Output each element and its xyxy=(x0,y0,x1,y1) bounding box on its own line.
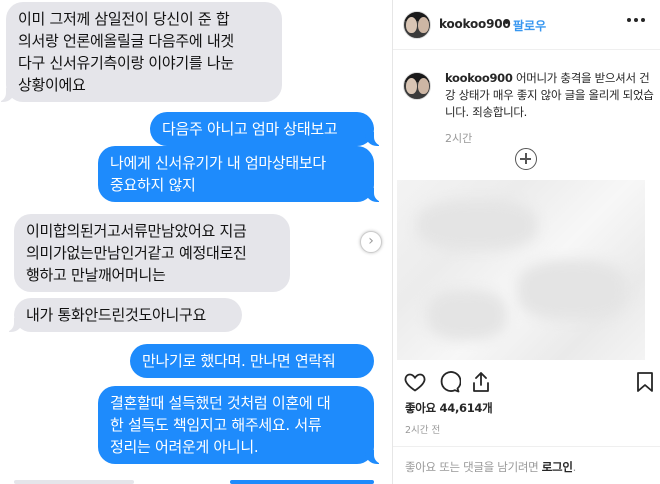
message-line: 한 설득도 책임지고 해주세요. 서류 xyxy=(110,416,322,434)
follow-button[interactable]: 팔로우 xyxy=(513,17,546,34)
bookmark-icon[interactable] xyxy=(633,370,657,394)
caption-avatar[interactable] xyxy=(403,72,431,100)
post-header: kookoo900 • 팔로우 xyxy=(393,0,660,50)
message-line: 이미합의된거고서류만남았어요 지금 xyxy=(26,222,247,240)
message-line: 상황이에요 xyxy=(18,76,86,94)
post-timestamp: 2시간 전 xyxy=(405,425,441,436)
comment-prompt-text: 좋아요 또는 댓글을 남기려면 xyxy=(405,460,542,474)
post-actions xyxy=(393,370,660,400)
post-caption: kookoo900 어머니가 충격을 받으셔서 건강 상태가 매우 좋지 않아 … xyxy=(445,70,655,121)
blurred-comments xyxy=(397,180,645,360)
message-line: 다음주 아니고 엄마 상태보고 xyxy=(162,120,338,138)
message-bubble-outgoing: 만나기로 했다며. 만나면 연락줘 xyxy=(130,344,374,378)
message-bubble-outgoing: 다음주 아니고 엄마 상태보고 xyxy=(150,112,385,146)
likes-count[interactable]: 좋아요 44,614개 xyxy=(405,400,493,416)
message-line: 결혼할때 설득했던 것처럼 이혼에 대 xyxy=(110,394,331,412)
chevron-right-icon[interactable]: › xyxy=(360,231,382,253)
message-bubble-incoming: 내가 통화안드린것도아니구요 xyxy=(3,298,242,332)
comment-prompt-suffix: . xyxy=(572,460,577,474)
message-line: 정리는 어려운게 아니니. xyxy=(110,438,259,456)
more-icon[interactable] xyxy=(627,18,647,24)
message-line: 의서랑 언론에올릴글 다음주에 내겟 xyxy=(18,32,234,50)
message-bubble-outgoing: 결혼할때 설득했던 것처럼 이혼에 대 한 설득도 책임지고 해주세요. 서류 … xyxy=(98,386,385,464)
bubble-tail xyxy=(365,450,385,464)
bubble-tail xyxy=(3,318,23,332)
comment-prompt: 좋아요 또는 댓글을 남기려면 로그인. xyxy=(405,459,576,475)
message-thread: 이미 그저께 삼일전이 당신이 준 합 의서랑 언론에올릴글 다음주에 내겟 다… xyxy=(0,0,392,484)
message-bubble-incoming: 이미합의된거고서류만남았어요 지금 의미가없는만남인거같고 예정대로진 행하고 … xyxy=(14,214,290,292)
message-bubble-incoming: 이미 그저께 삼일전이 당신이 준 합 의서랑 언론에올릴글 다음주에 내겟 다… xyxy=(0,2,282,102)
bubble-tail xyxy=(365,132,385,146)
heart-icon[interactable] xyxy=(403,370,427,394)
comment-bar: 좋아요 또는 댓글을 남기려면 로그인. xyxy=(393,446,660,484)
login-link[interactable]: 로그인 xyxy=(542,460,573,474)
bubble-tail xyxy=(365,188,385,202)
next-message-edge xyxy=(0,478,392,484)
message-bubble-outgoing: 나에게 신서유기가 내 엄마상태보다 중요하지 않지 xyxy=(98,146,385,202)
message-line: 내가 통화안드린것도아니구요 xyxy=(26,306,206,324)
post-username[interactable]: kookoo900 xyxy=(439,17,511,31)
avatar[interactable] xyxy=(403,11,431,39)
message-line: 다구 신서유기측이랑 이야기를 나눈 xyxy=(18,54,234,72)
message-line: 행하고 만날깨어머니는 xyxy=(26,266,166,284)
message-line: 만나기로 했다며. 만나면 연락줘 xyxy=(142,352,336,370)
message-line: 의미가없는만남인거같고 예정대로진 xyxy=(26,244,247,262)
comment-icon[interactable] xyxy=(437,370,461,394)
share-icon[interactable] xyxy=(469,370,493,394)
message-line: 이미 그저께 삼일전이 당신이 준 합 xyxy=(18,10,230,28)
message-line: 중요하지 않지 xyxy=(110,176,196,194)
bubble-tail xyxy=(0,88,15,102)
add-icon[interactable] xyxy=(515,148,537,170)
message-line: 나에게 신서유기가 내 엄마상태보다 xyxy=(110,154,326,172)
caption-username[interactable]: kookoo900 xyxy=(445,71,513,85)
separator-dot: • xyxy=(503,16,511,30)
caption-time: 2시간 xyxy=(445,132,473,145)
instagram-post: kookoo900 • 팔로우 kookoo900 어머니가 충격을 받으셔서 … xyxy=(392,0,660,484)
